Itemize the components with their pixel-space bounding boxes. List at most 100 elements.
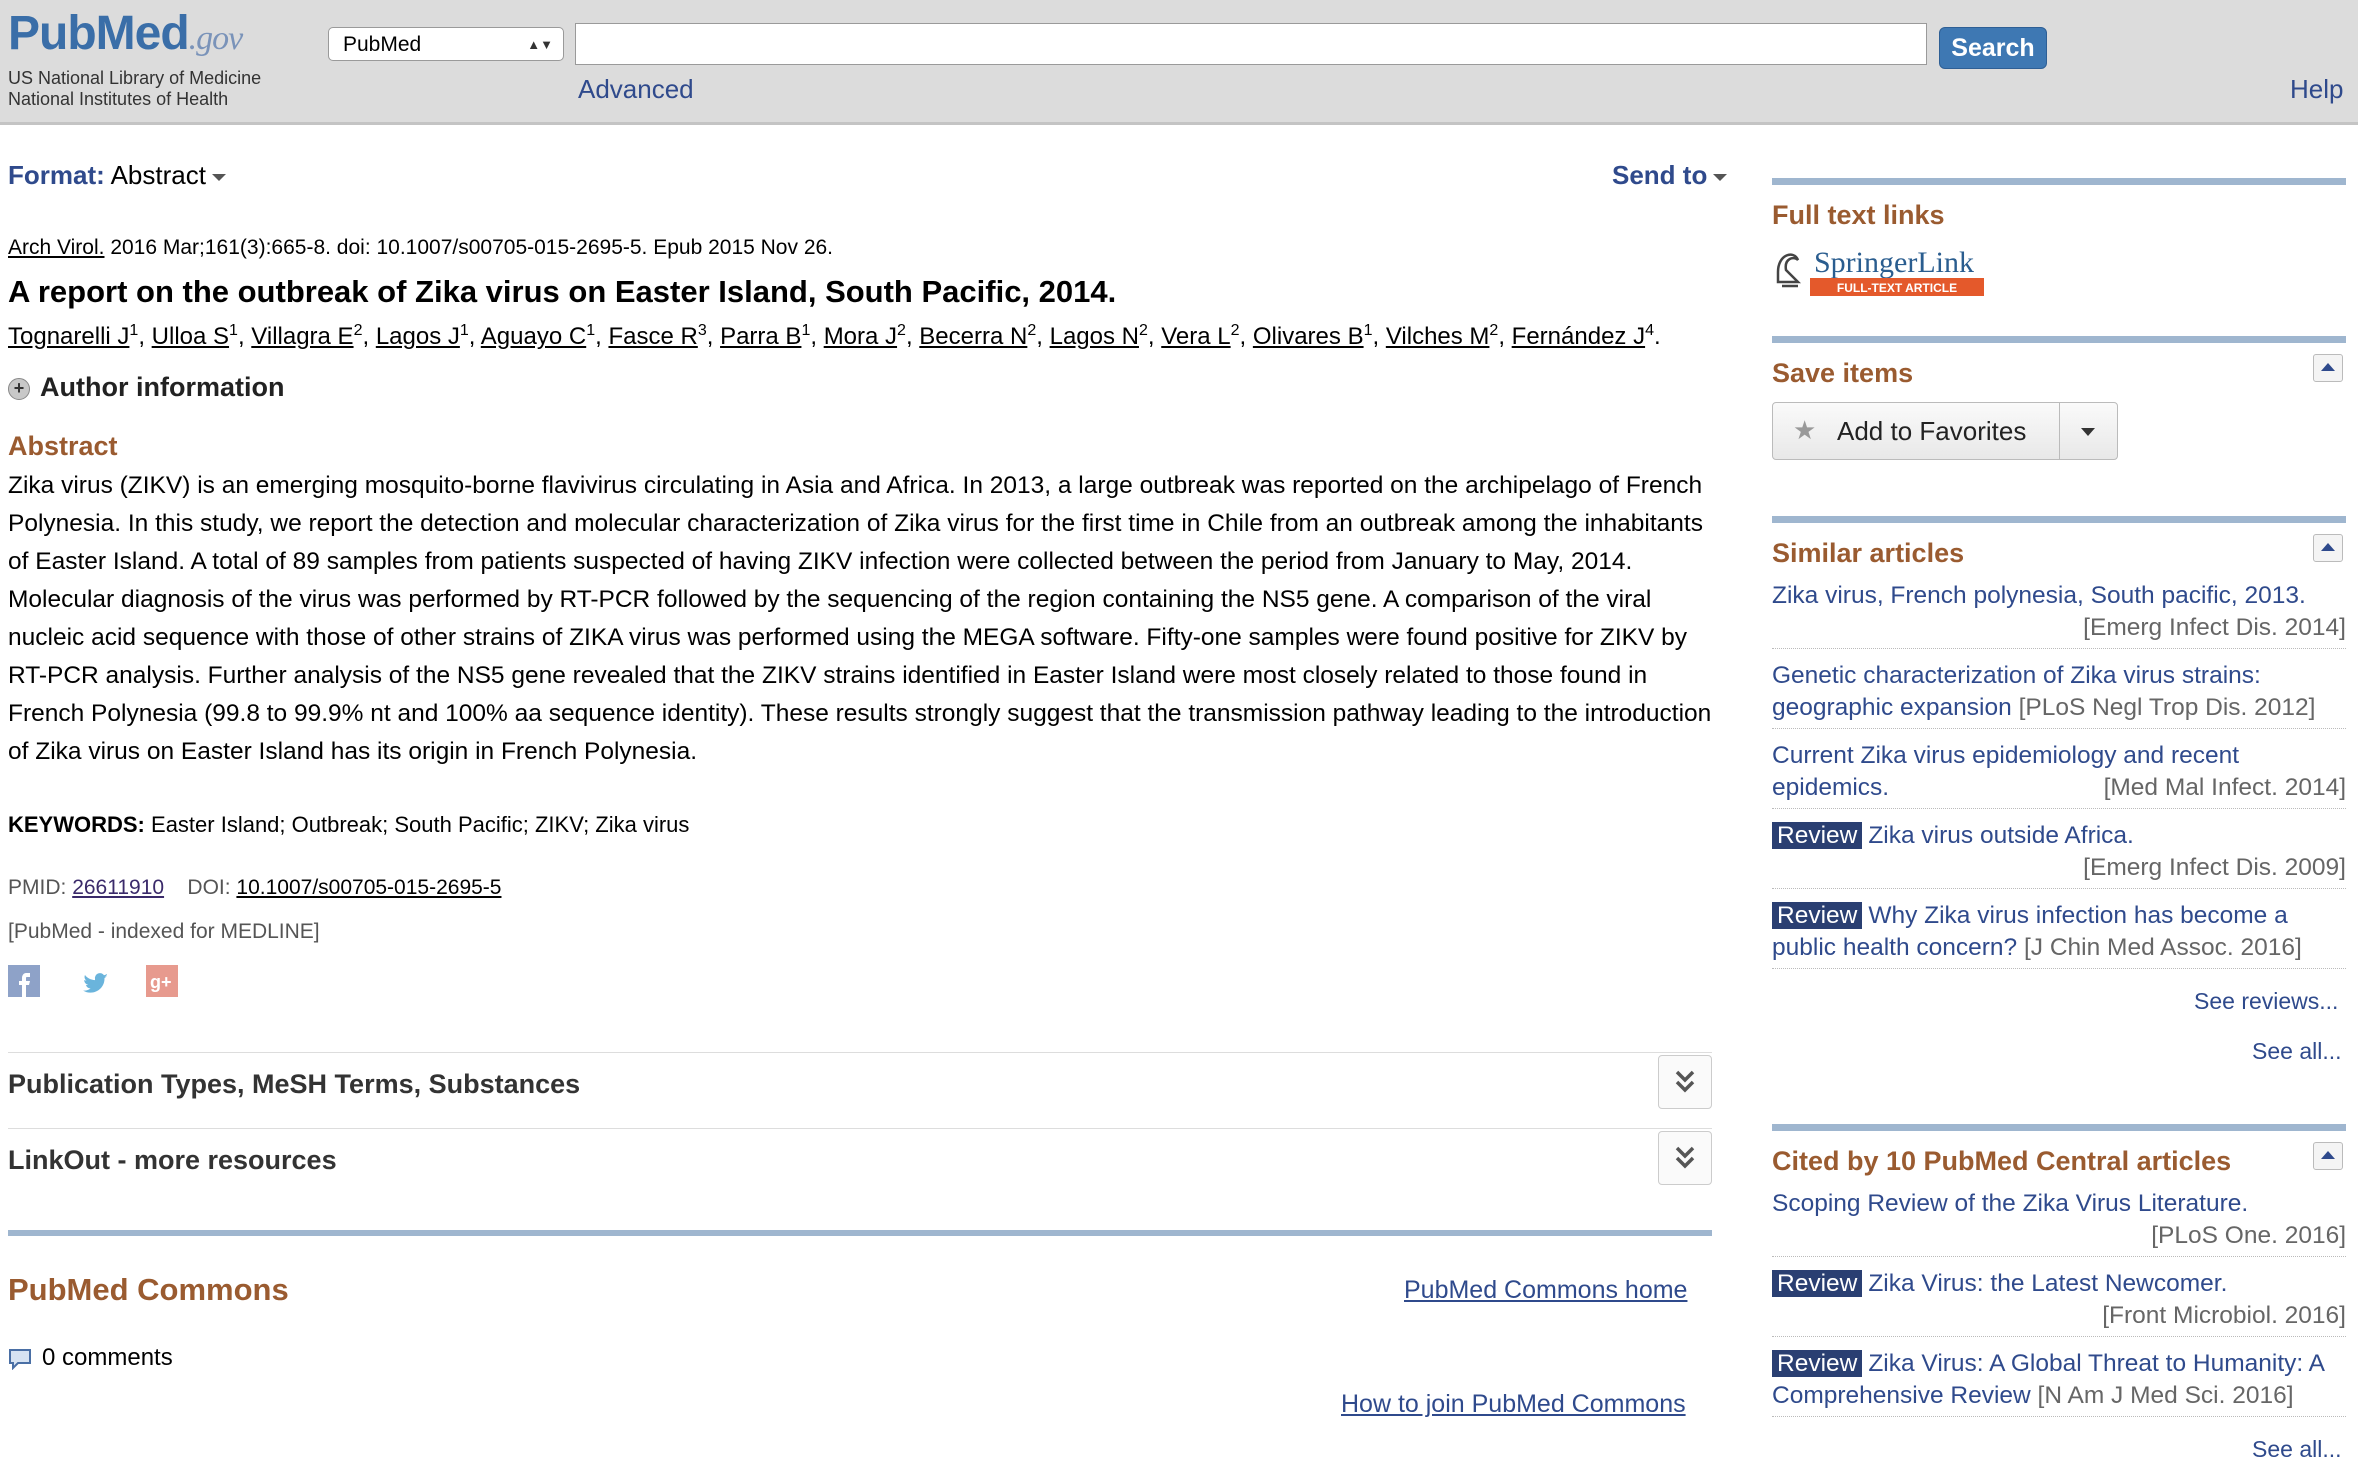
author-list: Tognarelli J1, Ulloa S1, Villagra E2, La… [8, 322, 1661, 350]
twitter-icon[interactable] [80, 967, 112, 999]
author-link[interactable]: Vilches M [1386, 323, 1490, 350]
author-affiliation-number[interactable]: 3 [698, 322, 707, 339]
author-information-toggle[interactable]: + Author information [8, 372, 284, 403]
similar-article-item[interactable]: Zika virus, French polynesia, South paci… [1772, 580, 2346, 649]
author-link[interactable]: Aguayo C [481, 323, 586, 350]
keywords-value: Easter Island; Outbreak; South Pacific; … [151, 812, 690, 837]
author-link[interactable]: Fasce R [608, 323, 697, 350]
see-all-similar-link[interactable]: See all... [2252, 1038, 2342, 1065]
publication-types-section[interactable]: Publication Types, MeSH Terms, Substance… [8, 1052, 1712, 1127]
author-link[interactable]: Ulloa S [152, 323, 229, 350]
citation-line: Arch Virol. 2016 Mar;161(3):665-8. doi: … [8, 236, 833, 260]
similar-article-item[interactable]: Review Zika virus outside Africa. [Emerg … [1772, 820, 2346, 889]
search-input[interactable] [575, 23, 1927, 65]
section-divider [8, 1230, 1712, 1236]
pubmed-commons-home-link[interactable]: PubMed Commons home [1404, 1276, 1687, 1305]
help-link[interactable]: Help [2290, 74, 2343, 105]
collapse-up-icon[interactable] [2313, 534, 2343, 562]
dropdown-arrow-icon[interactable] [2081, 428, 2095, 436]
facebook-icon[interactable] [8, 965, 40, 997]
author-link[interactable]: Lagos N [1050, 323, 1139, 350]
similar-articles-heading: Similar articles [1772, 538, 1965, 568]
cited-article-item[interactable]: Review Zika Virus: the Latest Newcomer. [… [1772, 1268, 2346, 1337]
keywords-label: KEYWORDS: [8, 812, 145, 837]
author-affiliation-number[interactable]: 2 [1489, 322, 1498, 339]
author-affiliation-number[interactable]: 1 [1364, 322, 1373, 339]
add-to-favorites-button[interactable]: ★ Add to Favorites [1772, 402, 2118, 460]
add-to-favorites-label: Add to Favorites [1837, 416, 2027, 446]
similar-article-title[interactable]: Zika virus outside Africa. [1868, 822, 2134, 849]
citation-details: 2016 Mar;161(3):665-8. doi: 10.1007/s007… [110, 236, 834, 259]
expand-chevrons-icon[interactable] [1658, 1131, 1712, 1185]
nlm-line1[interactable]: US National Library of Medicine [8, 68, 261, 89]
select-arrows-icon: ▲▼ [527, 37, 553, 52]
author-link[interactable]: Olivares B [1253, 323, 1364, 350]
cited-article-item[interactable]: Scoping Review of the Zika Virus Literat… [1772, 1188, 2346, 1257]
similar-article-title[interactable]: Zika virus, French polynesia, South paci… [1772, 582, 2306, 609]
author-affiliation-number[interactable]: 1 [586, 322, 595, 339]
how-to-join-link[interactable]: How to join PubMed Commons [1341, 1390, 1686, 1419]
cited-article-title[interactable]: Scoping Review of the Zika Virus Literat… [1772, 1190, 2248, 1217]
author-affiliation-number[interactable]: 4 [1645, 322, 1654, 339]
similar-article-item[interactable]: Genetic characterization of Zika virus s… [1772, 660, 2346, 729]
expand-chevrons-icon[interactable] [1658, 1055, 1712, 1109]
send-to-menu[interactable]: Send to [1612, 160, 1728, 191]
author-link[interactable]: Parra B [720, 323, 801, 350]
search-button[interactable]: Search [1939, 27, 2047, 69]
author-link[interactable]: Mora J [824, 323, 897, 350]
author-affiliation-number[interactable]: 2 [897, 322, 906, 339]
author-affiliation-number[interactable]: 2 [1231, 322, 1240, 339]
review-badge: Review [1772, 902, 1863, 929]
keywords: KEYWORDS: Easter Island; Outbreak; South… [8, 812, 689, 838]
database-select[interactable]: PubMed ▲▼ [328, 27, 564, 61]
chevron-down-icon [211, 173, 226, 181]
comments-count[interactable]: 0 comments [8, 1344, 173, 1372]
author-link[interactable]: Tognarelli J [8, 323, 129, 350]
advanced-search-link[interactable]: Advanced [578, 74, 694, 105]
pmid-label: PMID: [8, 876, 67, 899]
collapse-up-icon[interactable] [2313, 354, 2343, 382]
cited-article-title[interactable]: Zika Virus: the Latest Newcomer. [1868, 1270, 2227, 1297]
author-link[interactable]: Lagos J [376, 323, 460, 350]
comment-icon [9, 1348, 31, 1371]
doi-link[interactable]: 10.1007/s00705-015-2695-5 [236, 876, 501, 899]
cited-article-source: [PLoS One. 2016] [2151, 1222, 2346, 1249]
cited-article-item[interactable]: Review Zika Virus: A Global Threat to Hum… [1772, 1348, 2346, 1417]
author-link[interactable]: Vera L [1161, 323, 1230, 350]
sidebar-divider [1772, 516, 2346, 523]
author-affiliation-number[interactable]: 2 [1139, 322, 1148, 339]
chevron-down-icon [1713, 173, 1728, 181]
pubmed-logo[interactable]: PubMed.gov [8, 6, 243, 61]
sidebar-divider [1772, 1124, 2346, 1131]
button-separator [2059, 403, 2060, 459]
springerlink-logo[interactable]: SpringerLink FULL-TEXT ARTICLE [1772, 242, 1984, 298]
springerlink-text: SpringerLink [1814, 246, 1974, 279]
similar-article-source: [PLoS Negl Trop Dis. 2012] [2018, 694, 2316, 721]
author-affiliation-number[interactable]: 2 [1027, 322, 1036, 339]
author-affiliation-number[interactable]: 1 [801, 322, 810, 339]
similar-article-source: [Emerg Infect Dis. 2014] [2083, 614, 2346, 641]
author-affiliation-number[interactable]: 2 [354, 322, 363, 339]
nih-line2[interactable]: National Institutes of Health [8, 89, 228, 110]
see-reviews-link[interactable]: See reviews... [2194, 988, 2338, 1015]
google-plus-icon[interactable]: g+ [146, 965, 178, 997]
author-link[interactable]: Villagra E [251, 323, 353, 350]
article-title: A report on the outbreak of Zika virus o… [8, 274, 1117, 309]
author-affiliation-number[interactable]: 1 [460, 322, 469, 339]
collapse-up-icon[interactable] [2313, 1142, 2343, 1170]
similar-article-item[interactable]: Review Why Zika virus infection has becom… [1772, 900, 2346, 969]
expand-plus-icon: + [8, 377, 30, 400]
author-affiliation-number[interactable]: 1 [229, 322, 238, 339]
journal-link[interactable]: Arch Virol. [8, 236, 104, 259]
similar-article-source: [Emerg Infect Dis. 2009] [2083, 854, 2346, 881]
author-link[interactable]: Becerra N [919, 323, 1027, 350]
linkout-section[interactable]: LinkOut - more resources [8, 1128, 1712, 1203]
see-all-cited-link[interactable]: See all... [2252, 1436, 2342, 1463]
author-affiliation-number[interactable]: 1 [129, 322, 138, 339]
similar-article-item[interactable]: Current Zika virus epidemiology and rece… [1772, 740, 2346, 809]
format-selector[interactable]: Format: Abstract [8, 160, 226, 191]
author-link[interactable]: Fernández J [1512, 323, 1645, 350]
svg-text:g+: g+ [150, 972, 172, 992]
pmid-link[interactable]: 26611910 [72, 876, 164, 899]
format-value: Abstract [110, 160, 206, 190]
